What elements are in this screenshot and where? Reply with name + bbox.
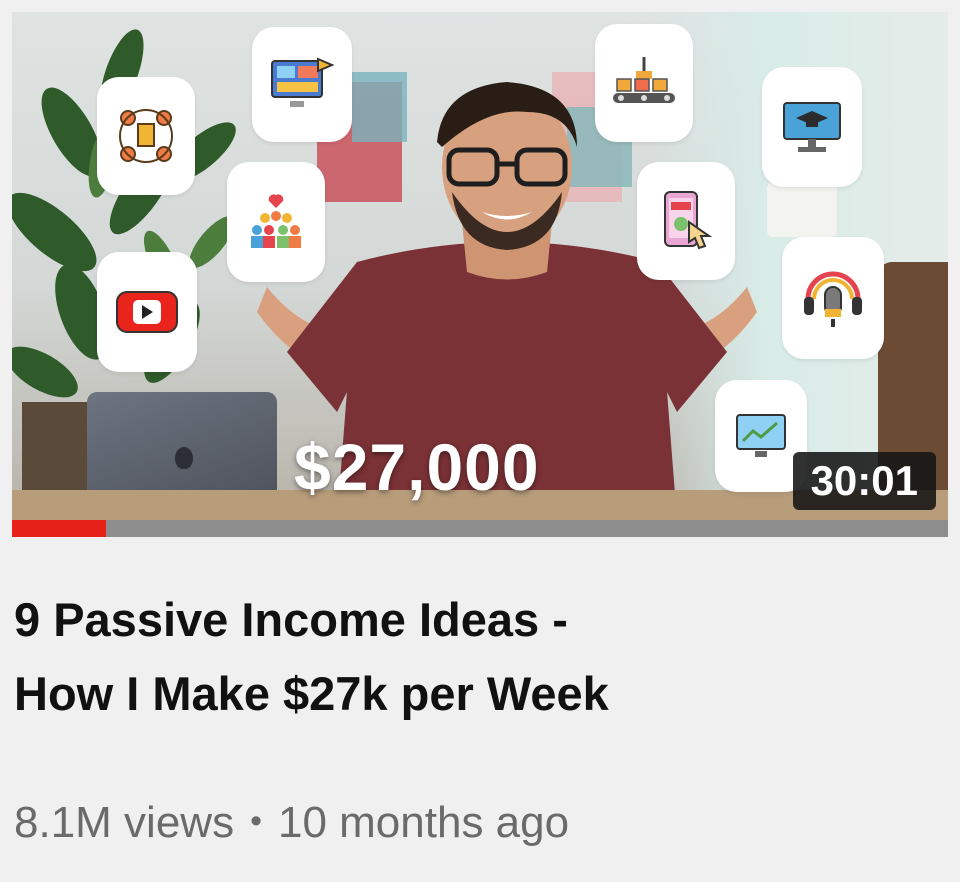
conveyor-belt-icon — [595, 24, 693, 142]
separator-dot: • — [250, 802, 262, 840]
video-editing-icon — [252, 27, 352, 142]
thumbnail-price-text: $27,000 — [294, 430, 540, 504]
video-title-line: 9 Passive Income Ideas - — [14, 593, 568, 646]
watch-progress-fill — [12, 520, 106, 537]
publish-date: 10 months ago — [277, 798, 570, 847]
video-card[interactable]: $27,000 30:01 9 Passive Income Ideas - H… — [0, 0, 960, 882]
duration-badge: 30:01 — [792, 452, 936, 510]
video-title-line: How I Make $27k per Week — [14, 667, 609, 720]
audience-heart-icon — [227, 162, 325, 282]
podcast-microphone-icon — [782, 237, 884, 359]
video-metadata: 8.1M views • 10 months ago — [14, 795, 934, 854]
network-people-icon — [97, 77, 195, 195]
tap-phone-icon — [637, 162, 735, 280]
video-thumbnail[interactable]: $27,000 30:01 — [12, 12, 948, 520]
view-count: 8.1M views — [14, 798, 235, 847]
youtube-play-icon — [97, 252, 197, 372]
graduation-course-icon — [762, 67, 862, 187]
watch-progress-bar — [12, 520, 948, 537]
apple-logo-icon — [175, 447, 193, 469]
video-title[interactable]: 9 Passive Income Ideas - How I Make $27k… — [14, 583, 934, 731]
